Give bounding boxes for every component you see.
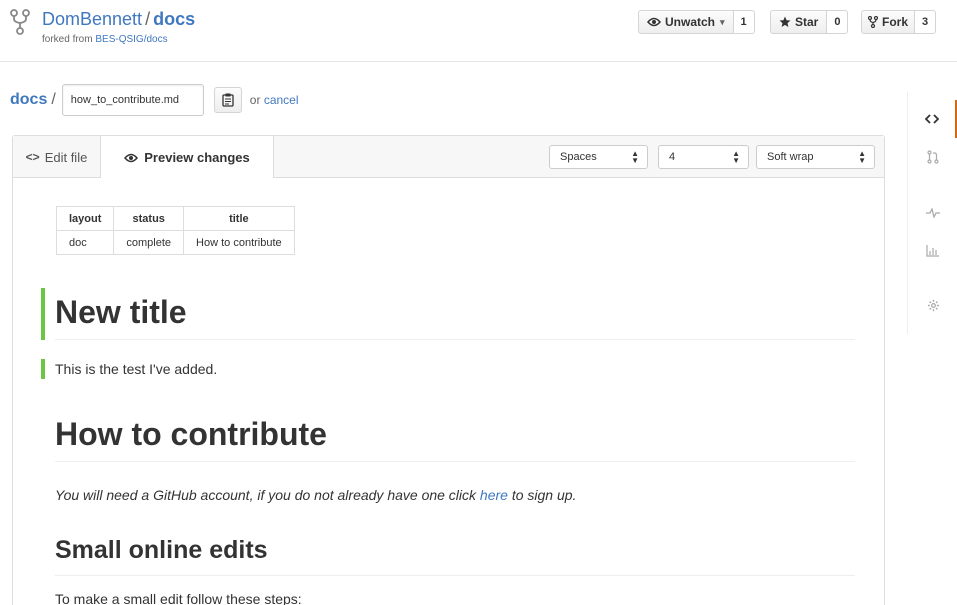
wrap-mode-select[interactable]: Soft wrap ▲ ▼ <box>756 145 875 169</box>
pulse-icon <box>926 208 940 218</box>
forked-from-link[interactable]: BES-QSIG/docs <box>95 34 167 45</box>
repo-header: DomBennett / docs forked from BES-QSIG/doc… <box>0 0 957 62</box>
file-editor: <> Edit file Preview changes Spaces ▲ ▼ 4… <box>12 135 885 605</box>
content-heading: How to contribute <box>55 416 855 462</box>
nav-graphs[interactable] <box>908 232 957 270</box>
clipboard-icon <box>222 93 234 107</box>
table-header: title <box>183 206 295 231</box>
nav-settings[interactable] <box>908 286 957 324</box>
table-header: layout <box>55 206 115 231</box>
fork-label: Fork <box>882 15 909 29</box>
forks-count[interactable]: 3 <box>915 10 937 34</box>
repo-title-separator: / <box>145 9 151 29</box>
star-button[interactable]: Star <box>770 10 828 34</box>
star-action: Star 0 <box>770 10 849 34</box>
unwatch-button[interactable]: Unwatch ▾ <box>638 10 734 34</box>
eye-icon <box>124 153 139 162</box>
code-icon <box>924 114 939 124</box>
repo-name-link[interactable]: docs <box>153 9 195 29</box>
fork-button[interactable]: Fork <box>861 10 916 34</box>
nav-pulse[interactable] <box>908 194 957 232</box>
table-row: doc complete How to contribute <box>55 230 295 255</box>
eye-icon <box>647 17 661 27</box>
pull-request-icon <box>927 150 939 164</box>
forked-from-label: forked from <box>42 34 93 45</box>
indent-size-value: 4 <box>669 151 676 163</box>
table-cell: How to contribute <box>183 230 295 255</box>
cancel-group: or cancel <box>250 93 299 107</box>
tab-preview-changes[interactable]: Preview changes <box>101 136 274 179</box>
select-arrows-icon: ▲ ▼ <box>732 149 740 165</box>
select-arrows-icon: ▲ ▼ <box>631 149 639 165</box>
copy-path-button[interactable] <box>213 87 242 113</box>
added-lines-marker <box>41 288 45 340</box>
filename-input[interactable]: how_to_contribute.md <box>61 84 204 116</box>
added-paragraph: This is the test I've added. <box>55 361 218 377</box>
tab-edit-file[interactable]: <> Edit file <box>13 136 101 178</box>
added-heading: New title <box>55 294 855 340</box>
repo-owner-link[interactable]: DomBennett <box>42 9 142 29</box>
editor-header: <> Edit file Preview changes Spaces ▲ ▼ 4… <box>13 136 884 179</box>
star-icon <box>779 16 791 27</box>
table-cell: complete <box>113 230 185 255</box>
partial-paragraph: To make a small edit follow these steps: <box>55 591 302 605</box>
wrap-mode-value: Soft wrap <box>767 151 814 163</box>
tab-edit-file-label: Edit file <box>44 149 88 165</box>
or-text: or <box>249 93 261 107</box>
fork-icon <box>868 16 878 28</box>
breadcrumb-root-link[interactable]: docs <box>10 91 47 109</box>
content-subheading: Small online edits <box>55 536 855 576</box>
cancel-link[interactable]: cancel <box>264 93 299 107</box>
intro-text-after: to sign up. <box>507 487 577 503</box>
unwatch-label: Unwatch <box>665 15 716 29</box>
code-icon: <> <box>25 150 40 164</box>
forked-from-note: forked from BES-QSIG/docs <box>42 34 168 45</box>
caret-down-icon: ▾ <box>720 16 725 27</box>
indent-mode-select[interactable]: Spaces ▲ ▼ <box>549 145 648 169</box>
repo-right-nav <box>907 92 957 334</box>
stargazers-count[interactable]: 0 <box>827 10 849 34</box>
tab-preview-changes-label: Preview changes <box>144 150 250 165</box>
breadcrumb-separator: / <box>51 91 56 108</box>
table-header: status <box>113 206 185 231</box>
intro-paragraph: You will need a GitHub account, if you d… <box>55 487 576 503</box>
intro-emphasis: You will need a GitHub account, if you d… <box>55 487 576 503</box>
markdown-preview: layout status title doc complete How to … <box>13 178 884 605</box>
repo-title: DomBennett / docs <box>42 9 195 30</box>
signup-link[interactable]: here <box>480 487 508 503</box>
fork-action: Fork 3 <box>861 10 937 34</box>
added-lines-marker <box>41 359 45 379</box>
star-label: Star <box>795 15 819 29</box>
watch-action: Unwatch ▾ 1 <box>638 10 755 34</box>
graphs-icon <box>926 245 939 257</box>
file-breadcrumb: docs / how_to_contribute.md or cancel <box>10 84 299 116</box>
repo-fork-icon <box>10 9 30 35</box>
intro-text-before: You will need a GitHub account, if you d… <box>55 487 480 503</box>
settings-icon <box>927 299 939 311</box>
table-cell: doc <box>55 230 115 255</box>
indent-size-select[interactable]: 4 ▲ ▼ <box>658 145 749 169</box>
front-matter-table: layout status title doc complete How to … <box>55 206 295 255</box>
nav-pull-requests[interactable] <box>908 138 957 176</box>
watchers-count[interactable]: 1 <box>733 10 755 34</box>
front-matter-header-row: layout status title <box>55 206 295 231</box>
indent-mode-value: Spaces <box>560 151 597 163</box>
select-arrows-icon: ▲ ▼ <box>858 149 866 165</box>
nav-code[interactable] <box>908 100 957 138</box>
